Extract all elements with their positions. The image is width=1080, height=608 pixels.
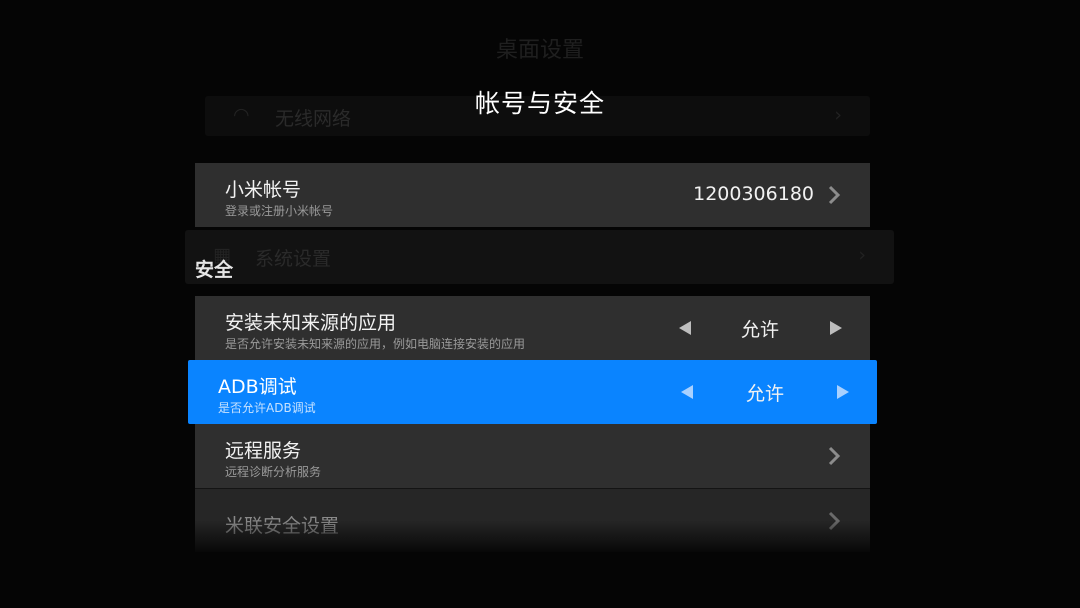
adb-debug-sublabel: 是否允许ADB调试 xyxy=(218,401,316,415)
mi-account-sublabel: 登录或注册小米帐号 xyxy=(225,204,334,218)
unknown-sources-label: 安装未知来源的应用 xyxy=(225,312,397,334)
section-title-security: 安全 xyxy=(195,259,234,281)
adb-debug-value: 允许 xyxy=(745,383,784,405)
chevron-right-icon xyxy=(828,446,841,466)
chevron-right-icon xyxy=(828,185,841,205)
mi-account-id: 1200306180 xyxy=(693,183,814,205)
unknown-sources-value: 允许 xyxy=(740,319,779,341)
arrow-right-icon[interactable] xyxy=(836,384,850,400)
milink-security-row[interactable]: 米联安全设置 xyxy=(195,488,870,552)
unknown-sources-sublabel: 是否允许安装未知来源的应用，例如电脑连接安装的应用 xyxy=(225,337,526,351)
milink-security-label: 米联安全设置 xyxy=(225,515,340,537)
chevron-right-icon xyxy=(828,511,841,531)
unknown-sources-row[interactable]: 安装未知来源的应用 是否允许安装未知来源的应用，例如电脑连接安装的应用 允许 xyxy=(195,296,870,360)
adb-debug-label: ADB调试 xyxy=(218,376,297,398)
mi-account-label: 小米帐号 xyxy=(225,179,302,201)
adb-debug-row[interactable]: ADB调试 是否允许ADB调试 允许 xyxy=(188,360,877,424)
mi-account-row[interactable]: 小米帐号 登录或注册小米帐号 1200306180 xyxy=(195,163,870,227)
arrow-right-icon[interactable] xyxy=(829,320,843,336)
background-item-label: 系统设置 xyxy=(255,248,332,270)
remote-service-row[interactable]: 远程服务 远程诊断分析服务 xyxy=(195,424,870,488)
remote-service-label: 远程服务 xyxy=(225,440,302,462)
chevron-right-icon: › xyxy=(858,244,866,266)
remote-service-sublabel: 远程诊断分析服务 xyxy=(225,465,322,479)
arrow-left-icon[interactable] xyxy=(680,384,694,400)
background-menu-title: 桌面设置 xyxy=(495,38,584,63)
page-title: 帐号与安全 xyxy=(474,89,605,118)
arrow-left-icon[interactable] xyxy=(678,320,692,336)
background-item-system: ▦ 系统设置 › xyxy=(185,230,894,284)
